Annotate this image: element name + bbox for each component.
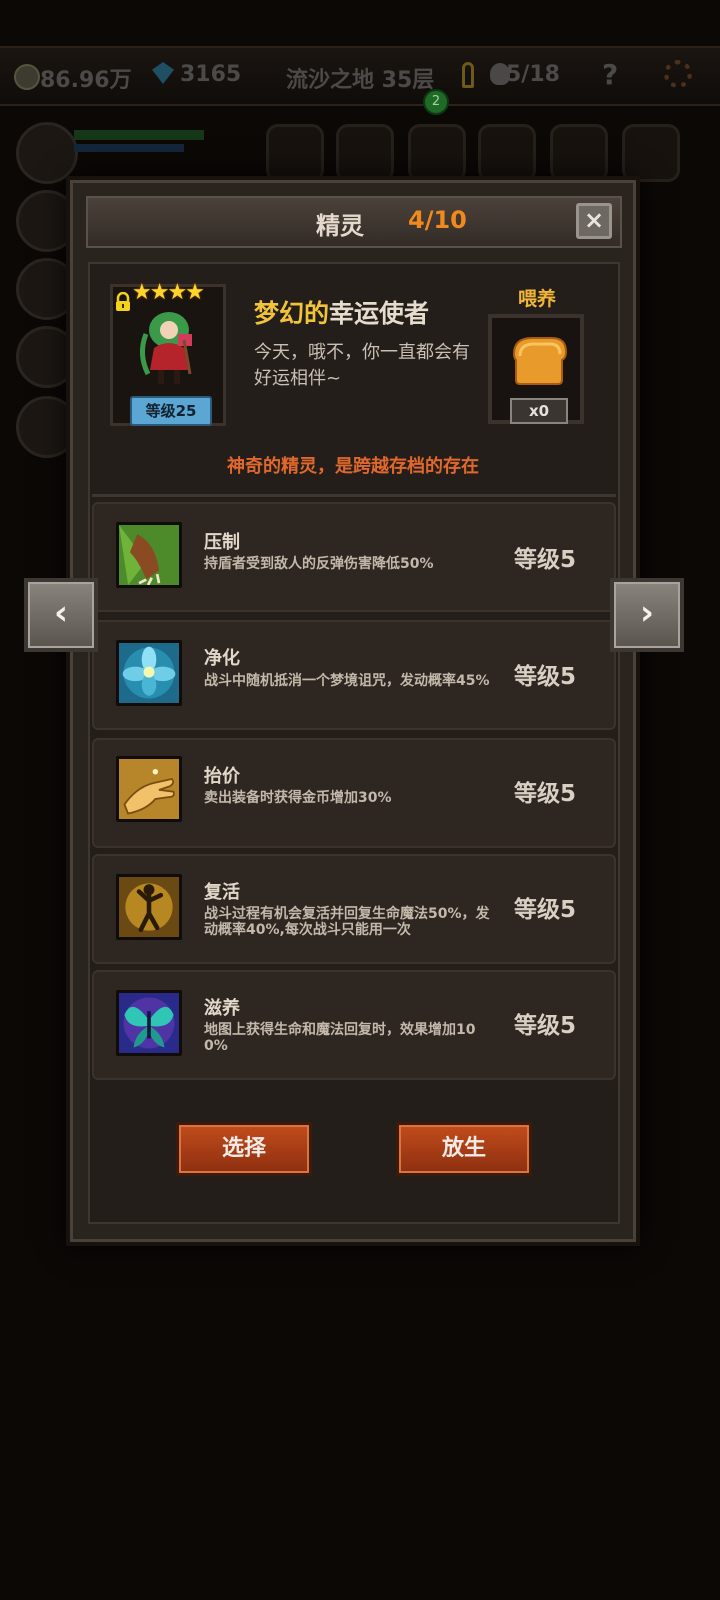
gem-icon — [152, 62, 174, 84]
skill-description: 卖出装备时获得金币增加30% — [204, 790, 392, 806]
item-slot[interactable] — [336, 124, 394, 182]
bread-icon — [512, 337, 568, 385]
release-button[interactable]: 放生 — [396, 1122, 532, 1176]
sprite-name: 梦幻的幸运使者 — [254, 294, 429, 330]
lock-icon[interactable] — [114, 292, 132, 312]
fairy-wings-icon — [116, 990, 182, 1056]
help-button[interactable]: ? — [602, 58, 618, 91]
item-slot[interactable] — [550, 124, 608, 182]
location-label: 流沙之地 35层 — [286, 68, 435, 93]
claw-icon — [116, 522, 182, 588]
skill-level: 等级5 — [514, 547, 577, 573]
hero-portrait[interactable] — [16, 396, 78, 458]
dialog-title: 精灵 — [316, 212, 364, 240]
settings-gear-icon[interactable] — [664, 60, 692, 88]
hero-portrait[interactable] — [16, 258, 78, 320]
skill-level: 等级5 — [514, 897, 577, 923]
gold-coin-icon — [14, 64, 40, 90]
hero-hp-bar — [74, 130, 204, 140]
kill-count: 5/18 — [506, 62, 560, 87]
next-arrow-button[interactable]: › — [610, 578, 684, 652]
item-slot[interactable] — [622, 124, 680, 182]
sprite-character-icon — [140, 312, 192, 384]
skill-name: 压制 — [204, 532, 240, 553]
item-slot[interactable] — [478, 124, 536, 182]
gold-amount: 86.96万 — [40, 68, 132, 93]
item-slot[interactable] — [408, 124, 466, 182]
sprite-description: 今天，哦不，你一直都会有好运相伴~ — [254, 342, 470, 389]
skill-description: 战斗过程有机会复活并回复生命魔法50%，发动概率40%,每次战斗只能用一次 — [204, 906, 490, 938]
skill-name: 复活 — [204, 882, 240, 903]
item-slot[interactable] — [266, 124, 324, 182]
hero-portrait[interactable] — [16, 326, 78, 388]
skill-description: 持盾者受到敌人的反弹伤害降低50% — [204, 556, 434, 572]
close-button[interactable]: × — [576, 203, 612, 239]
skill-name: 净化 — [204, 648, 240, 669]
skill-level: 等级5 — [514, 1013, 577, 1039]
feed-label: 喂养 — [518, 288, 557, 310]
feed-count: x0 — [510, 398, 568, 424]
rarity-stars: ★★★★ — [132, 280, 205, 305]
skill-description: 地图上获得生命和魔法回复时，效果增加100% — [204, 1022, 476, 1054]
sprite-name-highlight: 梦幻的 — [254, 299, 330, 328]
sprite-count: 4/10 — [408, 206, 467, 234]
skill-level: 等级5 — [514, 781, 577, 807]
prev-arrow-button[interactable]: ‹ — [24, 578, 98, 652]
skill-name: 抬价 — [204, 766, 240, 787]
sprite-subtitle: 神奇的精灵，是跨越存档的存在 — [227, 456, 479, 477]
sprite-name-rest: 幸运使者 — [329, 299, 430, 328]
hand-icon — [116, 756, 182, 822]
revive-figure-icon — [116, 874, 182, 940]
skill-level: 等级5 — [514, 664, 577, 690]
sprite-level-badge: 等级25 — [130, 396, 212, 426]
hero-mp-bar — [74, 144, 184, 152]
select-button[interactable]: 选择 — [176, 1122, 312, 1176]
skill-description: 战斗中随机抵消一个梦境诅咒，发动概率45% — [204, 673, 490, 689]
notification-badge: 2 — [423, 89, 449, 115]
hero-portrait[interactable] — [16, 122, 78, 184]
key-icon — [462, 62, 474, 88]
top-hud: 86.96万 3165 流沙之地 35层 5/18 ? — [0, 46, 720, 106]
gem-amount: 3165 — [180, 62, 242, 87]
skill-name: 滋养 — [204, 998, 240, 1019]
divider — [92, 494, 616, 497]
hero-portrait[interactable] — [16, 190, 78, 252]
blue-flower-icon — [116, 640, 182, 706]
